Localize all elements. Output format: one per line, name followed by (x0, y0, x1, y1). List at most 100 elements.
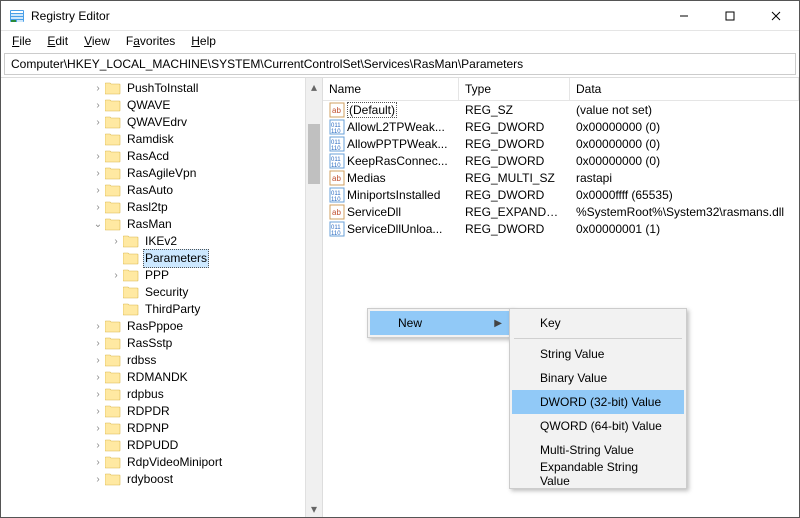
tree-item[interactable]: Ramdisk (1, 131, 322, 148)
tree-item-label: rdpbus (125, 386, 166, 403)
tree-expand-icon[interactable]: › (91, 437, 105, 454)
value-row[interactable]: 011110AllowPPTPWeak...REG_DWORD0x0000000… (323, 135, 799, 152)
value-row[interactable]: 011110KeepRasConnec...REG_DWORD0x0000000… (323, 152, 799, 169)
tree-item[interactable]: ThirdParty (1, 301, 322, 318)
value-row[interactable]: abServiceDllREG_EXPAND_SZ%SystemRoot%\Sy… (323, 203, 799, 220)
tree-item[interactable]: › QWAVEdrv (1, 114, 322, 131)
tree-item[interactable]: › RDPNP (1, 420, 322, 437)
scroll-thumb[interactable] (308, 124, 320, 184)
ctx-item[interactable]: QWORD (64-bit) Value (512, 414, 684, 438)
menu-help[interactable]: Help (184, 33, 223, 49)
menu-edit[interactable]: Edit (40, 33, 75, 49)
tree-item[interactable]: ›PPP (1, 267, 322, 284)
ctx-item[interactable]: Key (512, 311, 684, 335)
tree-item[interactable]: ›QWAVE (1, 97, 322, 114)
tree-item[interactable]: ›RDPUDD (1, 437, 322, 454)
tree-expand-icon[interactable]: › (109, 267, 123, 284)
value-row[interactable]: 011110ServiceDllUnloa...REG_DWORD0x00000… (323, 220, 799, 237)
col-data[interactable]: Data (570, 78, 799, 100)
tree-expand-icon[interactable]: › (91, 114, 105, 131)
tree-item[interactable]: ›RasAuto (1, 182, 322, 199)
value-row[interactable]: abMediasREG_MULTI_SZrastapi (323, 169, 799, 186)
tree-item[interactable]: ›Rasl2tp (1, 199, 322, 216)
menu-view[interactable]: View (77, 33, 117, 49)
tree-item[interactable]: ›rdbss (1, 352, 322, 369)
menu-file[interactable]: File (5, 33, 38, 49)
tree-expand-icon[interactable]: ⌄ (91, 216, 105, 233)
address-bar[interactable]: Computer\HKEY_LOCAL_MACHINE\SYSTEM\Curre… (4, 53, 796, 75)
svg-text:110: 110 (331, 197, 341, 203)
tree-expand-icon[interactable]: › (91, 148, 105, 165)
registry-tree[interactable]: ›PushToInstall›QWAVE›QWAVEdrvRamdisk›Ras… (1, 78, 322, 517)
minimize-button[interactable] (661, 1, 707, 31)
folder-icon (123, 252, 139, 265)
ctx-item[interactable]: Multi-String Value (512, 438, 684, 462)
folder-icon (105, 337, 121, 350)
tree-expand-icon[interactable]: › (91, 318, 105, 335)
tree-item-label: QWAVEdrv (125, 114, 189, 131)
tree-expand-icon[interactable]: › (91, 352, 105, 369)
tree-expand-icon[interactable]: › (91, 471, 105, 488)
tree-item[interactable]: Security (1, 284, 322, 301)
close-button[interactable] (753, 1, 799, 31)
value-row[interactable]: 011110AllowL2TPWeak...REG_DWORD0x0000000… (323, 118, 799, 135)
tree-item[interactable]: ›RDPDR (1, 403, 322, 420)
tree-item[interactable]: ›rdyboost (1, 471, 322, 488)
tree-item[interactable]: ›RasPppoe (1, 318, 322, 335)
tree-item[interactable]: Parameters (1, 250, 322, 267)
tree-item-label: RDPNP (125, 420, 171, 437)
folder-icon (105, 150, 121, 163)
ctx-item[interactable]: DWORD (32-bit) Value (512, 390, 684, 414)
tree-expand-icon[interactable]: › (91, 97, 105, 114)
tree-item[interactable]: ›IKEv2 (1, 233, 322, 250)
tree-item[interactable]: ⌄ RasMan (1, 216, 322, 233)
tree-item[interactable]: ›PushToInstall (1, 80, 322, 97)
ctx-item[interactable]: Expandable String Value (512, 462, 684, 486)
ctx-new[interactable]: New ▶ (370, 311, 510, 335)
value-row[interactable]: ab(Default)REG_SZ(value not set) (323, 101, 799, 118)
values-list[interactable]: ab(Default)REG_SZ(value not set)011110Al… (323, 101, 799, 237)
col-type[interactable]: Type (459, 78, 570, 100)
folder-icon (105, 133, 121, 146)
svg-text:ab: ab (332, 174, 341, 183)
tree-item[interactable]: ›RasAcd (1, 148, 322, 165)
tree-expand-icon[interactable]: › (91, 165, 105, 182)
tree-expand-icon[interactable]: › (91, 182, 105, 199)
tree-expand-icon[interactable]: › (91, 335, 105, 352)
tree-expand-icon[interactable]: › (91, 199, 105, 216)
value-name: MiniportsInstalled (347, 188, 440, 202)
ctx-new-label: New (398, 316, 422, 330)
tree-expand-icon[interactable]: › (91, 386, 105, 403)
scroll-up-icon[interactable]: ▴ (306, 78, 322, 95)
tree-item-label: RasMan (125, 216, 174, 233)
tree-expand-icon[interactable]: › (91, 369, 105, 386)
tree-scrollbar[interactable]: ▴ ▾ (305, 78, 322, 517)
tree-item[interactable]: ›RasAgileVpn (1, 165, 322, 182)
value-name: ServiceDll (347, 205, 401, 219)
value-type: REG_MULTI_SZ (459, 171, 570, 185)
ctx-item[interactable]: Binary Value (512, 366, 684, 390)
dword-value-icon: 011110 (329, 136, 345, 152)
folder-icon (105, 405, 121, 418)
tree-item[interactable]: ›RasSstp (1, 335, 322, 352)
ctx-item-label: Key (540, 316, 561, 330)
tree-expand-icon[interactable]: › (91, 80, 105, 97)
ctx-item[interactable]: String Value (512, 342, 684, 366)
tree-expand-icon[interactable]: › (91, 420, 105, 437)
tree-item[interactable]: ›RdpVideoMiniport (1, 454, 322, 471)
maximize-button[interactable] (707, 1, 753, 31)
tree-expand-icon[interactable]: › (91, 454, 105, 471)
col-name[interactable]: Name (323, 78, 459, 100)
tree-expand-icon[interactable]: › (109, 233, 123, 250)
address-text[interactable]: Computer\HKEY_LOCAL_MACHINE\SYSTEM\Curre… (11, 57, 523, 71)
value-row[interactable]: 011110MiniportsInstalledREG_DWORD0x0000f… (323, 186, 799, 203)
tree-item[interactable]: ›RDMANDK (1, 369, 322, 386)
folder-icon (105, 388, 121, 401)
dword-value-icon: 011110 (329, 187, 345, 203)
folder-icon (105, 473, 121, 486)
tree-expand-icon[interactable]: › (91, 403, 105, 420)
tree-item[interactable]: › rdpbus (1, 386, 322, 403)
menu-favorites[interactable]: Favorites (119, 33, 182, 49)
value-name: AllowL2TPWeak... (347, 120, 445, 134)
scroll-down-icon[interactable]: ▾ (306, 500, 322, 517)
